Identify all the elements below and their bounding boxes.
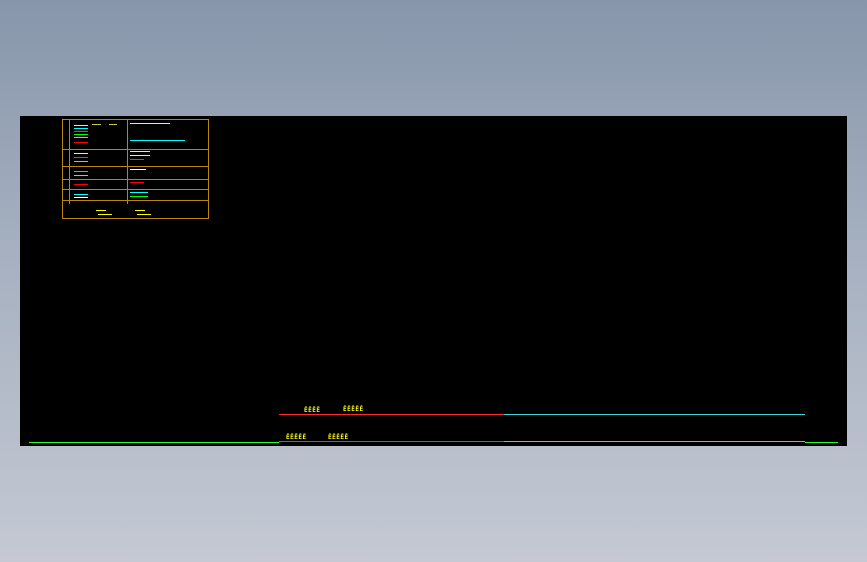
layer-swatch: [74, 184, 88, 185]
annotation-block: [96, 210, 106, 211]
annotation-block: [130, 155, 150, 156]
annotation-block: [130, 169, 146, 170]
legend-column-divider: [69, 120, 70, 204]
annotation-block: [130, 123, 170, 124]
annotation-block: [130, 196, 148, 197]
upper-label-2: ĒĒĒĒĒ: [343, 406, 364, 413]
green-baseline-right: [805, 442, 838, 443]
layer-swatch: [74, 161, 88, 162]
annotation-block: [137, 214, 151, 215]
legend-table: [62, 119, 209, 219]
layer-swatch: [74, 153, 88, 154]
legend-divider: [63, 149, 208, 150]
upper-cyan-line: [504, 414, 805, 415]
layer-swatch: [74, 142, 88, 143]
annotation-block: [130, 140, 185, 141]
layer-swatch: [74, 175, 88, 176]
annotation-block: [130, 151, 150, 152]
legend-column-divider: [127, 120, 128, 204]
annotation-block: [130, 159, 144, 160]
layer-swatch: [74, 137, 88, 138]
layer-swatch: [74, 194, 88, 195]
layer-swatch: [74, 171, 88, 172]
annotation-block: [135, 210, 145, 211]
upper-label-1: ĒĒĒĒ: [304, 407, 321, 414]
annotation-block: [98, 214, 112, 215]
green-baseline-left: [29, 442, 279, 443]
legend-divider: [63, 179, 208, 180]
lower-label-2: ĒĒĒĒĒ: [328, 434, 349, 441]
layer-swatch: [74, 125, 88, 126]
layer-swatch: [74, 134, 88, 135]
annotation-block: [109, 124, 117, 125]
layer-swatch: [74, 197, 88, 198]
annotation-block: [130, 182, 144, 183]
cad-drawing-canvas[interactable]: ĒĒĒĒ ĒĒĒĒĒ ĒĒĒĒĒ ĒĒĒĒĒ: [20, 116, 847, 446]
layer-swatch: [74, 128, 88, 129]
legend-divider: [63, 166, 208, 167]
upper-red-line: [279, 414, 504, 415]
layer-swatch: [74, 157, 88, 158]
legend-divider: [63, 200, 208, 201]
annotation-block: [130, 192, 148, 193]
lower-cyan-line: [504, 441, 805, 442]
lower-red-line: [279, 441, 504, 442]
annotation-block: [92, 124, 101, 125]
lower-label-1: ĒĒĒĒĒ: [286, 434, 307, 441]
legend-divider: [63, 189, 208, 190]
layer-swatch: [74, 131, 88, 132]
